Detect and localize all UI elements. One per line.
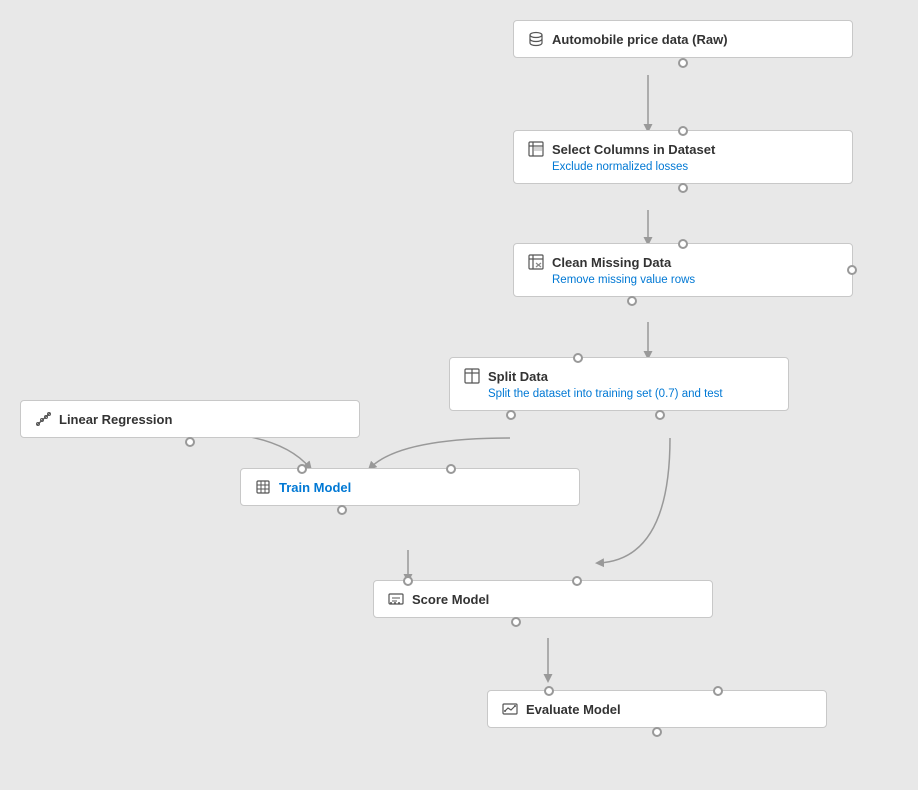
dot-evaluate-in-right[interactable]	[713, 686, 723, 696]
node-linear-regression[interactable]: Linear Regression	[20, 400, 360, 438]
node-evaluate-model-title: Evaluate Model	[526, 702, 621, 717]
node-select-columns-title: Select Columns in Dataset	[552, 142, 715, 157]
table-split-icon	[464, 368, 480, 384]
dot-train-in-right[interactable]	[446, 464, 456, 474]
node-automobile[interactable]: Automobile price data (Raw)	[513, 20, 853, 58]
evaluate-icon	[502, 701, 518, 717]
node-train-model-title: Train Model	[279, 480, 351, 495]
pipeline-canvas[interactable]: Automobile price data (Raw) Select Colum…	[0, 0, 918, 790]
dot-select-in[interactable]	[678, 126, 688, 136]
node-score-model[interactable]: Score Model	[373, 580, 713, 618]
node-train-model[interactable]: Train Model	[240, 468, 580, 506]
dot-train-out[interactable]	[337, 505, 347, 515]
node-score-model-title: Score Model	[412, 592, 489, 607]
dot-score-in-left[interactable]	[403, 576, 413, 586]
node-automobile-title: Automobile price data (Raw)	[552, 32, 728, 47]
dot-select-out[interactable]	[678, 183, 688, 193]
node-clean-missing-subtitle: Remove missing value rows	[528, 274, 838, 286]
dot-automobile-out[interactable]	[678, 58, 688, 68]
dot-clean-out-right[interactable]	[847, 265, 857, 275]
dot-split-out-right[interactable]	[655, 410, 665, 420]
dot-score-in-right[interactable]	[572, 576, 582, 586]
dot-train-in-left[interactable]	[297, 464, 307, 474]
node-select-columns-subtitle: Exclude normalized losses	[528, 161, 838, 173]
dot-score-out[interactable]	[511, 617, 521, 627]
dot-evaluate-out[interactable]	[652, 727, 662, 737]
dot-split-in[interactable]	[573, 353, 583, 363]
node-split-data-title: Split Data	[488, 369, 548, 384]
regression-icon	[35, 411, 51, 427]
node-clean-missing-title: Clean Missing Data	[552, 255, 671, 270]
train-icon	[255, 479, 271, 495]
node-split-data-subtitle: Split the dataset into training set (0.7…	[464, 388, 774, 400]
dot-clean-out-left[interactable]	[627, 296, 637, 306]
dot-linreg-out[interactable]	[185, 437, 195, 447]
dot-clean-in[interactable]	[678, 239, 688, 249]
database-icon	[528, 31, 544, 47]
dot-split-out-left[interactable]	[506, 410, 516, 420]
score-icon	[388, 591, 404, 607]
node-split-data[interactable]: Split Data Split the dataset into traini…	[449, 357, 789, 411]
node-linear-regression-title: Linear Regression	[59, 412, 172, 427]
table-select-icon	[528, 141, 544, 157]
dot-evaluate-in-left[interactable]	[544, 686, 554, 696]
table-clean-icon	[528, 254, 544, 270]
node-select-columns[interactable]: Select Columns in Dataset Exclude normal…	[513, 130, 853, 184]
node-clean-missing[interactable]: Clean Missing Data Remove missing value …	[513, 243, 853, 297]
node-evaluate-model[interactable]: Evaluate Model	[487, 690, 827, 728]
